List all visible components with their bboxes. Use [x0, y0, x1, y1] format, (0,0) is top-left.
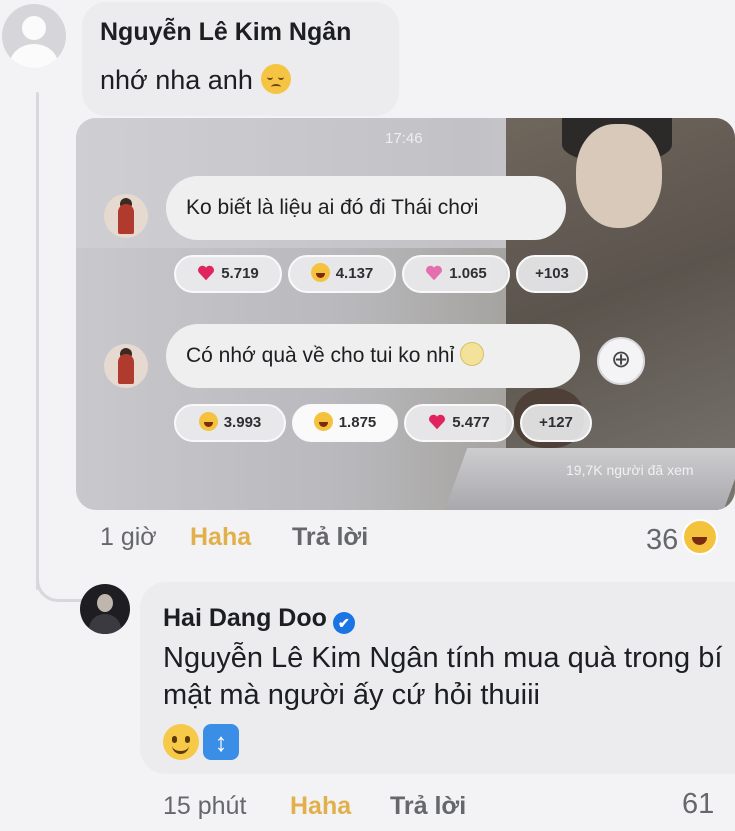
reply-timestamp[interactable]: 15 phút [163, 792, 246, 821]
up-down-arrow-icon: ↕ [203, 724, 239, 760]
pensive-face-icon [260, 64, 291, 94]
reaction-count: 4.137 [335, 265, 374, 282]
story-avatar [104, 344, 148, 388]
reaction-count: 1.875 [338, 414, 377, 431]
heart-icon [198, 265, 215, 281]
reaction-chip[interactable]: 3.993 [174, 404, 286, 442]
avatar-face [97, 594, 113, 612]
reply-button[interactable]: Trả lời [292, 523, 368, 552]
reply-text: Nguyễn Lê Kim Ngân tính mua quà trong bí… [163, 642, 723, 711]
comment-timestamp[interactable]: 1 giờ [100, 523, 157, 552]
smiling-face-icon [163, 724, 199, 760]
story-message-text: Có nhớ quà về cho tui ko nhỉ [186, 344, 455, 367]
reaction-chip[interactable]: 5.477 [404, 404, 514, 442]
story-message: Có nhớ quà về cho tui ko nhỉ [166, 324, 580, 388]
haha-reaction-button[interactable]: Haha [290, 792, 351, 821]
laugh-icon [313, 412, 333, 431]
avatar-body [89, 614, 121, 634]
reaction-count: 5.719 [221, 265, 259, 282]
verified-badge-icon: ✔ [332, 612, 355, 634]
attachment-photo-sleeve [444, 448, 735, 510]
comment-author[interactable]: Nguyễn Lê Kim Ngân [100, 18, 351, 47]
attachment-photo-face [576, 124, 662, 228]
thread-line [36, 92, 39, 590]
avatar[interactable] [2, 4, 66, 68]
avatar-placeholder-head [22, 16, 46, 40]
reaction-count: 5.477 [452, 414, 490, 431]
reaction-count: 3.993 [223, 414, 262, 431]
add-reaction-icon: ⊕ [610, 346, 632, 373]
reaction-chip[interactable]: 1.065 [402, 255, 510, 293]
reply-author[interactable]: Hai Dang Doo ✔ [163, 604, 355, 634]
story-clock: 17:46 [385, 130, 423, 147]
reaction-total: 61 [682, 788, 715, 820]
pink-heart-icon [426, 265, 443, 281]
reply-emoji-row: ↕ [163, 724, 239, 760]
avatar-placeholder-body [10, 44, 58, 68]
reaction-summary[interactable]: 61 [682, 788, 714, 821]
reaction-chip-more[interactable]: +127 [520, 404, 592, 442]
haha-reaction-button[interactable]: Haha [190, 523, 251, 552]
reaction-total: 36 [646, 524, 679, 556]
reaction-chip[interactable]: 1.875 [292, 404, 398, 442]
reaction-count: 1.065 [449, 265, 487, 282]
reaction-chip[interactable]: 4.137 [288, 255, 396, 293]
heart-icon [429, 414, 446, 430]
laugh-icon [682, 519, 719, 555]
add-reaction-button[interactable]: ⊕ [597, 337, 645, 385]
laugh-icon [198, 412, 218, 431]
story-message: Ko biết là liệu ai đó đi Thái chơi [166, 176, 566, 240]
story-avatar [104, 194, 148, 238]
reaction-summary[interactable]: 36 [646, 519, 719, 557]
reaction-chip[interactable]: 5.719 [174, 255, 282, 293]
comment-text: nhớ nha anh [100, 64, 291, 96]
story-message-text: Ko biết là liệu ai đó đi Thái chơi [186, 196, 479, 219]
story-view-count: 19,7K người đã xem [566, 462, 694, 478]
reply-button[interactable]: Trả lời [390, 792, 466, 821]
smile-icon [460, 342, 485, 366]
avatar[interactable] [80, 584, 130, 634]
reaction-count: +127 [539, 414, 573, 431]
reply-author-name: Hai Dang Doo [163, 604, 327, 632]
laugh-icon [310, 263, 330, 282]
reaction-chip-more[interactable]: +103 [516, 255, 588, 293]
comment-text-body: nhớ nha anh [100, 65, 253, 95]
reaction-count: +103 [535, 265, 569, 282]
